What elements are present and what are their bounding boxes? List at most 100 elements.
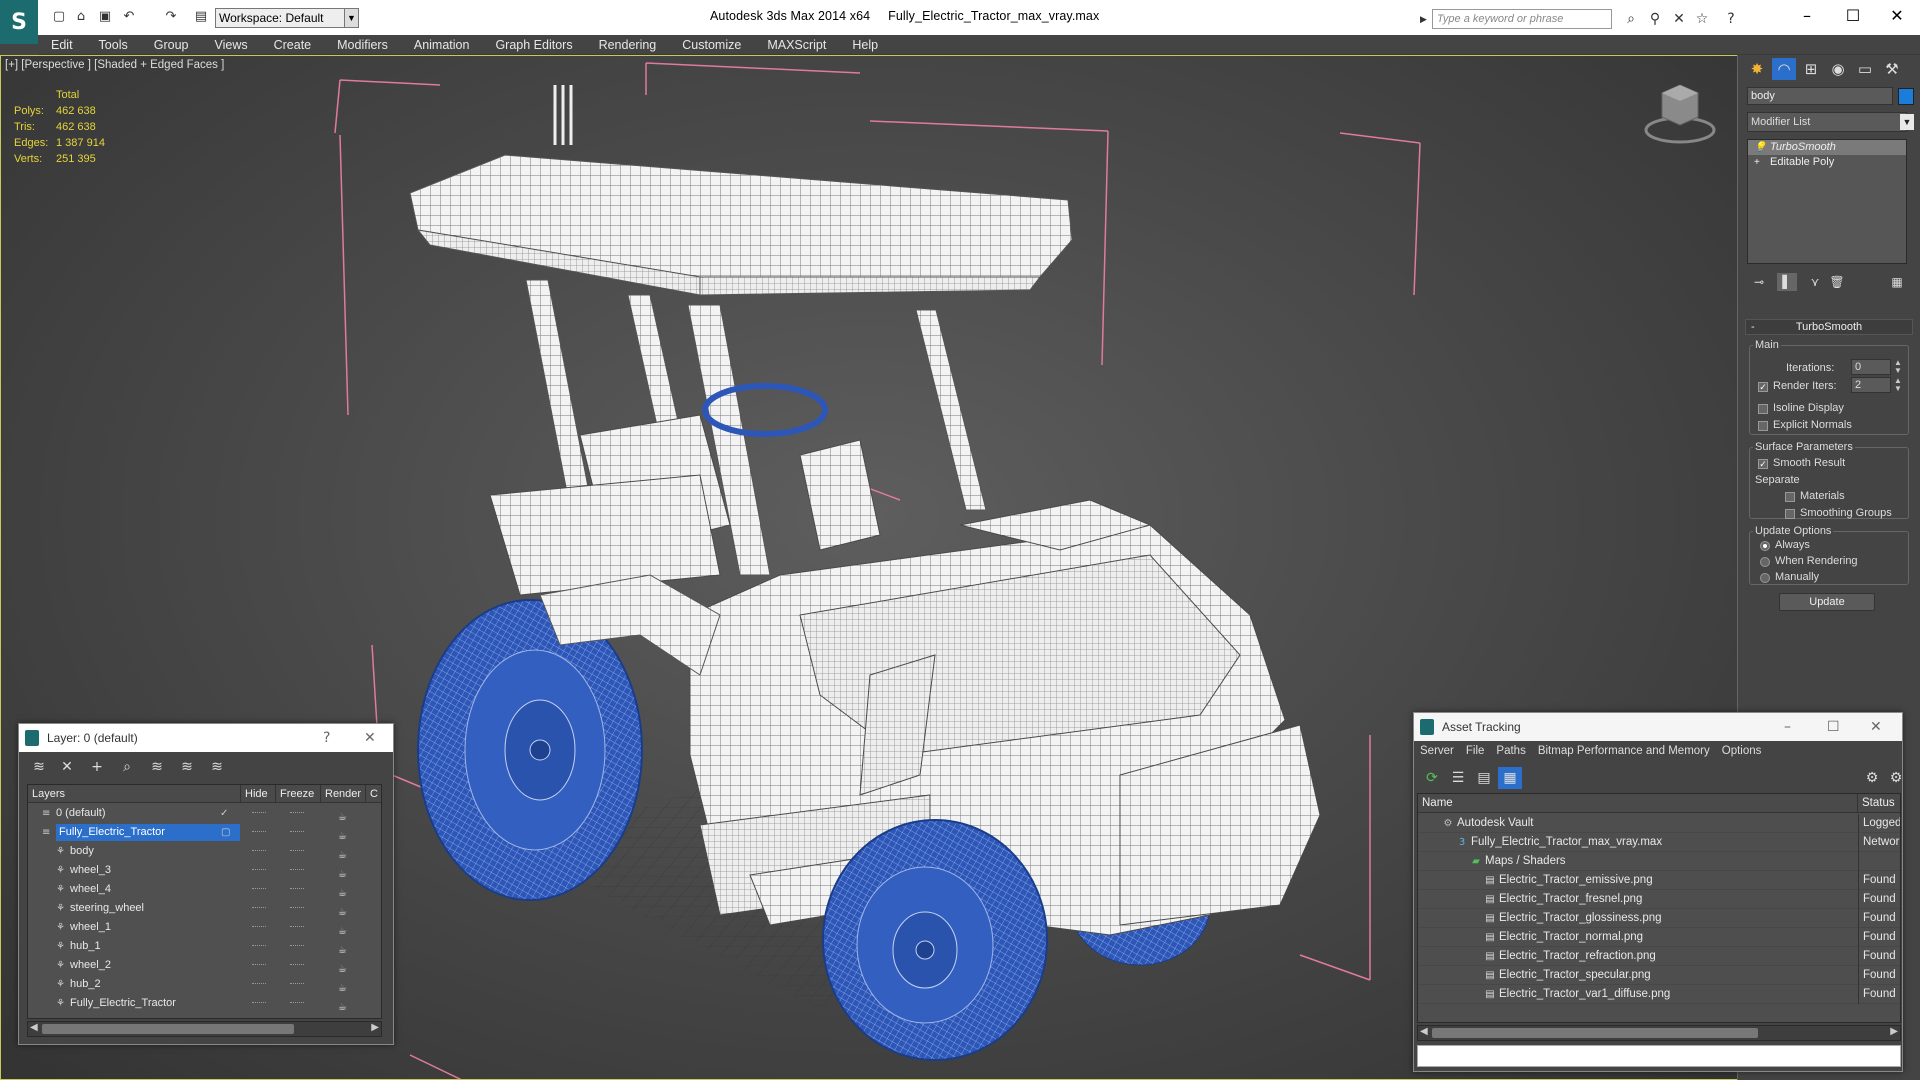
layer-row[interactable]: ⚘ wheel_4 ☕ <box>28 880 381 899</box>
spinner-arrows-icon[interactable]: ▲ ▼ <box>1893 377 1903 393</box>
menu-modifiers[interactable]: Modifiers <box>324 35 401 55</box>
close-icon[interactable]: ✕ <box>1870 713 1882 741</box>
hierarchy-tab-icon[interactable]: ⊞ <box>1799 58 1823 80</box>
search-input[interactable]: Type a keyword or phrase <box>1432 9 1612 29</box>
app-logo-icon[interactable]: S <box>0 0 38 44</box>
motion-tab-icon[interactable]: ◉ <box>1826 58 1850 80</box>
layer-horizontal-scrollbar[interactable]: ◀ ▶ <box>27 1021 382 1037</box>
communication-icon[interactable]: ✕ <box>1670 10 1688 28</box>
close-icon[interactable]: ✕ <box>1874 0 1920 32</box>
layer-row[interactable]: ⚘ Fully_Electric_Tractor ☕ <box>28 994 381 1013</box>
asset-row[interactable]: ▤ Electric_Tractor_var1_diffuse.png Found <box>1418 985 1900 1004</box>
asset-horizontal-scrollbar[interactable]: ◀ ▶ <box>1417 1025 1901 1041</box>
list-view-icon[interactable]: ☰ <box>1446 767 1470 789</box>
freeze-toggle[interactable] <box>290 831 304 833</box>
minimize-icon[interactable]: – <box>1784 713 1791 741</box>
hide-toggle[interactable] <box>252 812 266 814</box>
scroll-right-icon[interactable]: ▶ <box>1890 1026 1898 1037</box>
hide-toggle[interactable] <box>252 983 266 985</box>
freeze-toggle[interactable] <box>290 945 304 947</box>
maximize-icon[interactable]: ☐ <box>1830 0 1876 32</box>
freeze-toggle[interactable] <box>290 907 304 909</box>
asset-row[interactable]: ▤ Electric_Tractor_fresnel.png Found <box>1418 890 1900 909</box>
search-expand-icon[interactable]: ▶ <box>1420 9 1432 29</box>
freeze-toggle[interactable] <box>290 869 304 871</box>
workspace-dropdown[interactable]: Workspace: Default <box>215 8 345 28</box>
scroll-right-icon[interactable]: ▶ <box>371 1022 379 1033</box>
freeze-toggle[interactable] <box>290 850 304 852</box>
menu-edit[interactable]: Edit <box>38 35 86 55</box>
column-header-hide[interactable]: Hide <box>241 785 276 803</box>
layer-row[interactable]: ⚘ steering_wheel ☕ <box>28 899 381 918</box>
workspace-dropdown-arrow-icon[interactable]: ▼ <box>345 8 359 28</box>
subscription-icon[interactable]: ⚲ <box>1646 10 1664 28</box>
settings-icon[interactable]: ⚙ <box>1884 767 1908 789</box>
column-header-status[interactable]: Status <box>1858 794 1900 813</box>
hide-all-icon[interactable]: ≋ <box>175 756 199 778</box>
pin-stack-icon[interactable]: ⊸ <box>1749 273 1769 291</box>
smooth-result-checkbox[interactable]: ✓ <box>1758 459 1768 469</box>
freeze-toggle[interactable] <box>290 964 304 966</box>
hide-toggle[interactable] <box>252 945 266 947</box>
maximize-icon[interactable]: ☐ <box>1827 713 1840 741</box>
remove-modifier-icon[interactable]: 🗑 <box>1827 273 1847 291</box>
active-layer-check-icon[interactable]: ✓ <box>220 808 231 819</box>
asset-row[interactable]: 3 Fully_Electric_Tractor_max_vray.max Netw… <box>1418 833 1900 852</box>
rollout-header[interactable]: - TurboSmooth <box>1745 319 1913 335</box>
layer-row[interactable]: ⚘ hub_2 ☕ <box>28 975 381 994</box>
column-header-name[interactable]: Name <box>1418 794 1858 813</box>
asset-menu-server[interactable]: Server <box>1414 745 1460 757</box>
show-end-result-icon[interactable]: ▌ <box>1777 273 1797 291</box>
favorites-star-icon[interactable]: ☆ <box>1693 10 1711 28</box>
create-layer-icon[interactable]: ≋ <box>27 756 51 778</box>
table-view-icon[interactable]: ▦ <box>1498 767 1522 789</box>
hide-toggle[interactable] <box>252 1002 266 1004</box>
layer-row[interactable]: ⚘ wheel_3 ☕ <box>28 861 381 880</box>
asset-window-titlebar[interactable]: Asset Tracking – ☐ ✕ <box>1414 713 1902 741</box>
hide-toggle[interactable] <box>252 850 266 852</box>
asset-menu-paths[interactable]: Paths <box>1490 745 1531 757</box>
layer-row[interactable]: ⚘ wheel_1 ☕ <box>28 918 381 937</box>
layer-row[interactable]: ≡ 0 (default) ✓ ☕ <box>28 804 381 823</box>
menu-help[interactable]: Help <box>839 35 891 55</box>
layer-row[interactable]: ⚘ hub_1 ☕ <box>28 937 381 956</box>
minimize-icon[interactable]: – <box>1784 0 1830 32</box>
object-color-swatch[interactable] <box>1898 88 1914 105</box>
undo-icon[interactable]: ↶ <box>120 9 138 25</box>
binoculars-icon[interactable]: ⌕ <box>1622 10 1640 28</box>
asset-row[interactable]: ⚙ Autodesk Vault Logged <box>1418 814 1900 833</box>
column-header-freeze[interactable]: Freeze <box>276 785 321 803</box>
open-file-icon[interactable]: ⌂ <box>72 9 90 25</box>
asset-row[interactable]: ▤ Electric_Tractor_emissive.png Found <box>1418 871 1900 890</box>
render-iters-spinner[interactable]: 2 <box>1851 377 1891 393</box>
chevron-down-icon[interactable]: ▼ <box>1900 114 1914 130</box>
iterations-spinner[interactable]: 0 <box>1851 359 1891 375</box>
menu-tools[interactable]: Tools <box>86 35 141 55</box>
freeze-toggle[interactable] <box>290 888 304 890</box>
column-header-color[interactable]: C <box>366 785 381 803</box>
smoothing-groups-checkbox[interactable] <box>1785 509 1795 519</box>
delete-layer-icon[interactable]: ✕ <box>55 756 79 778</box>
viewport-label[interactable]: [+] [Perspective ] [Shaded + Edged Faces… <box>5 59 224 71</box>
asset-row[interactable]: ▤ Electric_Tractor_normal.png Found <box>1418 928 1900 947</box>
asset-path-field[interactable] <box>1417 1045 1901 1067</box>
hide-toggle[interactable] <box>252 869 266 871</box>
view-cube[interactable] <box>1644 84 1716 144</box>
render-teapot-icon[interactable]: ☕ <box>338 998 347 1017</box>
modifier-list-dropdown[interactable]: Modifier List ▼ <box>1747 112 1914 132</box>
help-icon[interactable]: ? <box>1722 10 1740 28</box>
asset-menu-bitmap[interactable]: Bitmap Performance and Memory <box>1532 745 1716 757</box>
freeze-toggle[interactable] <box>290 983 304 985</box>
freeze-all-icon[interactable]: ≋ <box>205 756 229 778</box>
add-to-layer-icon[interactable]: + <box>85 756 109 778</box>
hide-toggle[interactable] <box>252 907 266 909</box>
redo-icon[interactable]: ↷ <box>162 9 180 25</box>
when-rendering-radio[interactable] <box>1760 557 1770 567</box>
menu-graph-editors[interactable]: Graph Editors <box>482 35 585 55</box>
modify-tab-icon[interactable]: ◠ <box>1772 58 1796 80</box>
isoline-display-checkbox[interactable] <box>1758 404 1768 414</box>
layer-window-titlebar[interactable]: Layer: 0 (default) ? ✕ <box>19 724 393 752</box>
scrollbar-thumb[interactable] <box>1432 1028 1758 1038</box>
asset-row[interactable]: ▰ Maps / Shaders <box>1418 852 1900 871</box>
scroll-left-icon[interactable]: ◀ <box>30 1022 38 1033</box>
